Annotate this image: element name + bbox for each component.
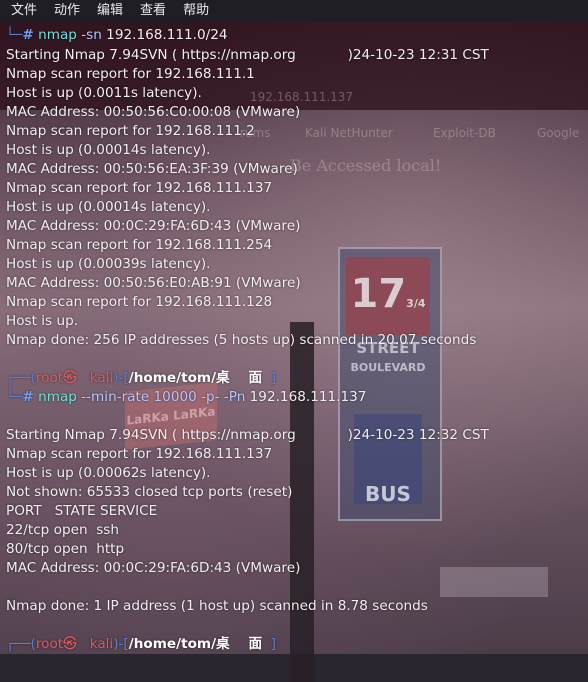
- menu-help[interactable]: 帮助: [172, 0, 215, 22]
- ghost-url-ip: 192.168.111.137: [250, 90, 354, 104]
- output-line: Not shown: 65533 closed tcp ports (reset…: [6, 484, 293, 500]
- output-line: Host is up (0.0011s latency).: [6, 85, 202, 101]
- utility-pole: [290, 322, 314, 682]
- menu-action[interactable]: 动作: [43, 0, 86, 22]
- ghost-tab-2: Kali NetHunter: [305, 126, 393, 140]
- output-line: Host is up (0.00014s latency).: [6, 199, 211, 215]
- menu-file[interactable]: 文件: [0, 0, 43, 22]
- output-line: 22/tcp open ssh: [6, 522, 119, 538]
- sign-fraction: 3/4: [406, 297, 426, 310]
- output-line: Host is up (0.00062s latency).: [6, 465, 211, 481]
- terminal-menubar: 文件 动作 编辑 查看 帮助: [0, 0, 588, 22]
- ghost-tab-4: Google: [537, 126, 580, 140]
- output-line: Host is up.: [6, 313, 79, 329]
- output-line: Nmap scan report for 192.168.111.1: [6, 66, 255, 82]
- prompt-command-line: └─# nmap -sn 192.168.111.0/24: [6, 27, 228, 43]
- sign-boulevard-label: BOULEVARD: [350, 361, 426, 374]
- output-line: Host is up (0.00014s latency).: [6, 142, 211, 158]
- output-line: MAC Address: 00:50:56:EA:3F:39 (VMware): [6, 161, 298, 177]
- sign-number: 173/4: [346, 257, 430, 335]
- output-line: Host is up (0.00039s latency).: [6, 256, 211, 272]
- output-line: Nmap scan report for 192.168.111.137: [6, 180, 273, 196]
- output-line: Starting Nmap 7.94SVN ( https://nmap.org…: [6, 427, 489, 443]
- output-line: MAC Address: 00:50:56:C0:00:08 (VMware): [6, 104, 301, 120]
- output-line: Nmap scan report for 192.168.111.254: [6, 237, 273, 253]
- output-line: Nmap scan report for 192.168.111.128: [6, 294, 273, 310]
- output-line: Nmap scan report for 192.168.111.2: [6, 123, 255, 139]
- prompt-header-line: ┌──(root㉿ kali)-[/home/tom/桌 面 ]: [6, 370, 277, 386]
- output-line: MAC Address: 00:0C:29:FA:6D:43 (VMware): [6, 218, 301, 234]
- output-line: Starting Nmap 7.94SVN ( https://nmap.org…: [6, 47, 489, 63]
- output-line: 80/tcp open http: [6, 541, 125, 557]
- output-line: MAC Address: 00:50:56:E0:AB:91 (VMware): [6, 275, 301, 291]
- prompt-header-line: ┌──(root㉿ kali)-[/home/tom/桌 面 ]: [6, 636, 277, 652]
- output-line: Nmap done: 1 IP address (1 host up) scan…: [6, 598, 428, 614]
- ghost-tab-3: Exploit-DB: [433, 126, 496, 140]
- output-line: Nmap done: 256 IP addresses (5 hosts up)…: [6, 332, 477, 348]
- prompt-command-line: └─# nmap --min-rate 10000 -p- -Pn 192.16…: [6, 389, 367, 405]
- output-line: Nmap scan report for 192.168.111.137: [6, 446, 273, 462]
- menu-edit[interactable]: 编辑: [86, 0, 129, 22]
- street-sign: 173/4 STREET BOULEVARD BUS: [338, 247, 442, 521]
- output-line: MAC Address: 00:0C:29:FA:6D:43 (VMware): [6, 560, 301, 576]
- ghost-page-text: Be Accessed local!: [290, 156, 442, 175]
- light-bar-decoration: [440, 567, 548, 597]
- menu-view[interactable]: 查看: [129, 0, 172, 22]
- output-line: PORT STATE SERVICE: [6, 503, 158, 519]
